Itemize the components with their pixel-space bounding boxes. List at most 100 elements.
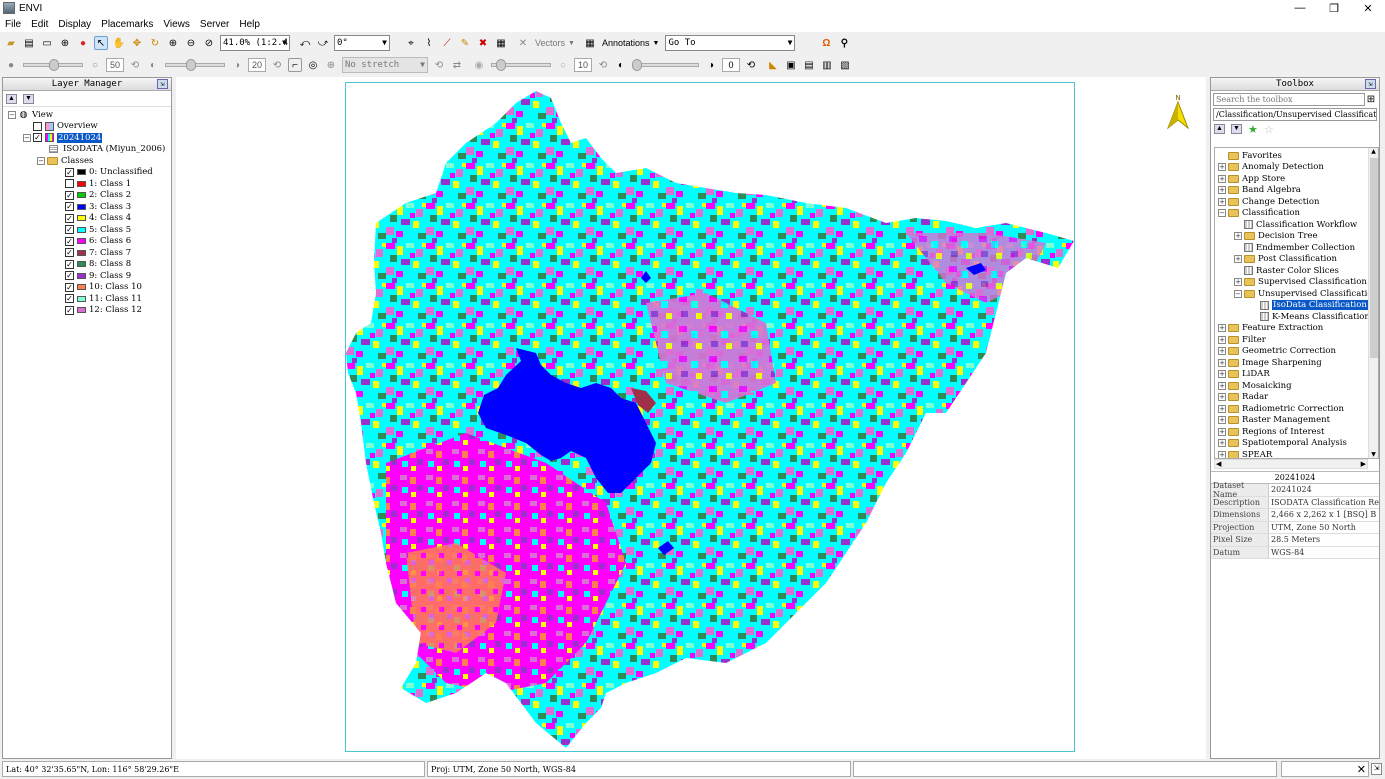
data-manager-icon[interactable]: ▤: [22, 36, 36, 50]
class-checkbox[interactable]: [65, 179, 74, 189]
class-checkbox[interactable]: ✓: [65, 167, 74, 177]
class-row[interactable]: ✓ 3: Class 3: [3, 201, 171, 213]
toolbox-item[interactable]: + Change Detection: [1215, 196, 1378, 208]
toolbox-horizontal-scrollbar[interactable]: ◀ ▶: [1214, 459, 1368, 469]
menu-views[interactable]: Views: [158, 19, 195, 30]
profile-icon[interactable]: ⟋: [440, 36, 454, 50]
toolbox-item[interactable]: + Radiometric Correction: [1215, 403, 1378, 415]
menu-file[interactable]: File: [0, 19, 26, 30]
annotate-icon[interactable]: ✎: [458, 36, 472, 50]
menu-placemarks[interactable]: Placemarks: [96, 19, 158, 30]
toolbox-item[interactable]: Raster Color Slices: [1215, 265, 1378, 277]
toolbox-item[interactable]: + Image Sharpening: [1215, 357, 1378, 369]
class-color-swatch[interactable]: [77, 307, 86, 314]
reset-icon[interactable]: ⟲: [128, 58, 142, 72]
expand-all-icon[interactable]: ▼: [1231, 124, 1242, 134]
crosshair-icon[interactable]: ⊕: [58, 36, 72, 50]
toolbox-item[interactable]: + Spatiotemporal Analysis: [1215, 438, 1378, 450]
expand-icon[interactable]: +: [1218, 324, 1226, 333]
menu-edit[interactable]: Edit: [26, 19, 53, 30]
class-checkbox[interactable]: ✓: [65, 282, 74, 292]
remove-icon[interactable]: ✖: [476, 36, 490, 50]
class-row[interactable]: ✓ 4: Class 4: [3, 213, 171, 225]
envi-logo-icon[interactable]: Ω: [819, 36, 833, 50]
toolbox-item[interactable]: + Feature Extraction: [1215, 323, 1378, 335]
transparency-slider[interactable]: [632, 59, 699, 71]
dock-icon[interactable]: ⇲: [1365, 79, 1376, 89]
expand-icon[interactable]: +: [1218, 335, 1226, 344]
placemark-pin-icon[interactable]: ●: [76, 36, 90, 50]
contrast-value[interactable]: 20: [248, 58, 266, 72]
view-swipe-icon[interactable]: ▧: [838, 58, 852, 72]
class-row[interactable]: ✓ 12: Class 12: [3, 305, 171, 317]
toolbox-item[interactable]: + Band Algebra: [1215, 185, 1378, 197]
polyline-icon[interactable]: ⌇: [422, 36, 436, 50]
zoom-fixed-icon[interactable]: ⊘: [202, 36, 216, 50]
zoom-out-icon[interactable]: ⊖: [184, 36, 198, 50]
collapse-icon[interactable]: −: [1218, 209, 1226, 218]
expand-icon[interactable]: +: [1218, 358, 1226, 367]
expand-icon[interactable]: +: [1218, 381, 1226, 390]
zoom-combo[interactable]: 41.0% (1:2.4 ▼: [220, 35, 290, 51]
annotation-icon[interactable]: ▦: [583, 36, 597, 50]
class-checkbox[interactable]: ✓: [65, 213, 74, 223]
toolbox-item[interactable]: + Filter: [1215, 334, 1378, 346]
toolbox-item[interactable]: K-Means Classification: [1215, 311, 1378, 323]
menu-server[interactable]: Server: [195, 19, 234, 30]
class-checkbox[interactable]: ✓: [65, 225, 74, 235]
class-color-swatch[interactable]: [77, 215, 86, 222]
select-pointer-icon[interactable]: ↖: [94, 36, 108, 50]
zoom-in-icon[interactable]: ⊕: [166, 36, 180, 50]
stretch-preview-icon[interactable]: ◎: [306, 58, 320, 72]
collapse-icon[interactable]: −: [1234, 289, 1242, 298]
class-color-swatch[interactable]: [77, 180, 86, 187]
class-color-swatch[interactable]: [77, 238, 86, 245]
class-color-swatch[interactable]: [77, 203, 86, 210]
fly-icon[interactable]: ✥: [130, 36, 144, 50]
histogram-icon[interactable]: ◣: [766, 58, 780, 72]
classification-map[interactable]: [346, 83, 1074, 751]
toolbox-vertical-scrollbar[interactable]: ▲ ▼: [1368, 148, 1378, 458]
brightness-slider[interactable]: [23, 59, 83, 71]
rotate-left-icon[interactable]: ⤺: [298, 36, 312, 50]
class-row[interactable]: ✓ 2: Class 2: [3, 190, 171, 202]
collapse-icon[interactable]: −: [37, 156, 45, 165]
toolbox-item[interactable]: + Decision Tree: [1215, 231, 1378, 243]
portal-icon[interactable]: ▣: [784, 58, 798, 72]
roi-tool-icon[interactable]: ⌖: [404, 36, 418, 50]
raster-checkbox[interactable]: ✓: [33, 133, 42, 143]
close-button[interactable]: ✕: [1351, 0, 1385, 16]
class-checkbox[interactable]: ✓: [65, 202, 74, 212]
toolbox-item[interactable]: Favorites: [1215, 150, 1378, 162]
rotate-right-icon[interactable]: ⤻: [316, 36, 330, 50]
search-icon[interactable]: ⚲: [837, 36, 851, 50]
class-color-swatch[interactable]: [77, 272, 86, 279]
toolbox-item[interactable]: − Unsupervised Classification: [1215, 288, 1378, 300]
expand-icon[interactable]: +: [1218, 370, 1226, 379]
class-checkbox[interactable]: ✓: [65, 271, 74, 281]
class-checkbox[interactable]: ✓: [65, 190, 74, 200]
transparency-value[interactable]: 0: [722, 58, 740, 72]
class-color-swatch[interactable]: [77, 169, 86, 176]
class-color-swatch[interactable]: [77, 226, 86, 233]
expand-icon[interactable]: +: [1218, 163, 1226, 172]
tree-view-node[interactable]: − ◍ View: [3, 109, 171, 121]
toolbox-search-input[interactable]: Search the toolbox: [1213, 92, 1365, 106]
dock-icon[interactable]: ⇲: [157, 79, 168, 89]
collapse-all-icon[interactable]: ▲: [6, 93, 17, 104]
rotation-combo[interactable]: 0° ▼: [334, 35, 390, 51]
menu-display[interactable]: Display: [53, 19, 96, 30]
toolbox-item[interactable]: Endmember Collection: [1215, 242, 1378, 254]
expand-icon[interactable]: +: [1218, 416, 1226, 425]
class-row[interactable]: ✓ 5: Class 5: [3, 224, 171, 236]
class-checkbox[interactable]: ✓: [65, 305, 74, 315]
expand-icon[interactable]: +: [1234, 278, 1242, 287]
grid-reticle-icon[interactable]: ▦: [494, 36, 508, 50]
expand-icon[interactable]: +: [1218, 439, 1226, 448]
annotations-dropdown[interactable]: Annotations: [602, 38, 650, 48]
rotate-icon[interactable]: ↻: [148, 36, 162, 50]
stretch-type-icon[interactable]: ⌐: [288, 58, 302, 72]
remove-favorite-icon[interactable]: ☆: [1264, 123, 1274, 136]
tree-overview-node[interactable]: Overview: [3, 121, 171, 133]
class-row[interactable]: ✓ 7: Class 7: [3, 247, 171, 259]
